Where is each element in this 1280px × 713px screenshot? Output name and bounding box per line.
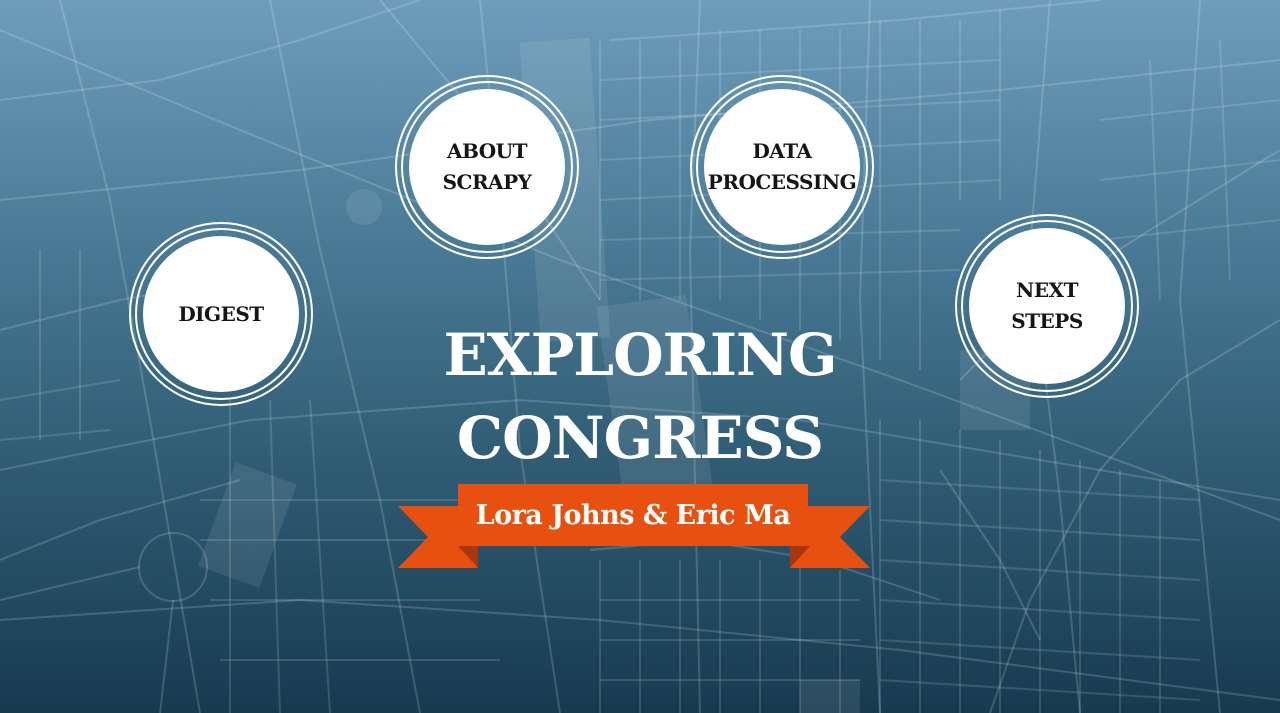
presentation-title-line-2: CONGRESS	[456, 404, 824, 472]
circle-disc: ABOUT SCRAPY	[409, 89, 565, 245]
nav-circle-label: DATA PROCESSING	[707, 139, 857, 194]
circle-disc: NEXT STEPS	[969, 228, 1125, 384]
circle-disc: DIGEST	[143, 236, 299, 392]
presentation-title-line-1: EXPLORING	[443, 321, 837, 389]
nav-circle-label: ABOUT SCRAPY	[442, 139, 532, 194]
nav-circle-digest[interactable]: DIGEST	[129, 222, 313, 406]
circle-disc: DATA PROCESSING	[704, 89, 860, 245]
nav-circle-label: DIGEST	[178, 301, 264, 326]
nav-circle-data-processing[interactable]: DATA PROCESSING	[690, 75, 874, 259]
authors-text: Lora Johns & Eric Ma	[475, 499, 791, 531]
authors-ribbon: Lora Johns & Eric Ma	[398, 484, 870, 570]
nav-circle-label: NEXT STEPS	[1011, 278, 1083, 333]
nav-circle-about-scrapy[interactable]: ABOUT SCRAPY	[395, 75, 579, 259]
nav-circle-next-steps[interactable]: NEXT STEPS	[955, 214, 1139, 398]
